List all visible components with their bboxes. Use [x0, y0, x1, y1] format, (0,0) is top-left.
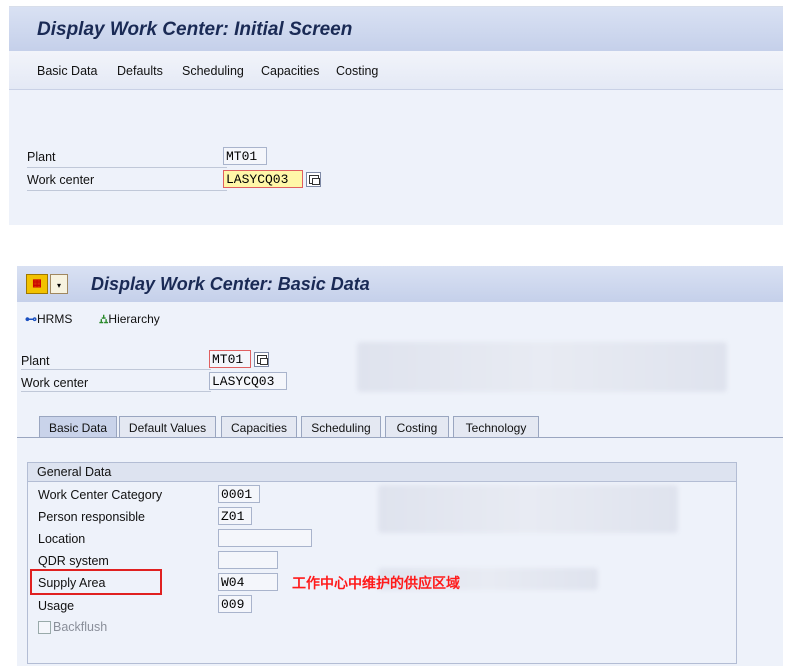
- work-center-field[interactable]: LASYCQ03: [209, 372, 287, 390]
- plant-label: Plant: [27, 150, 227, 168]
- hrms-button[interactable]: ⊷HRMS: [25, 312, 72, 326]
- work-center-field[interactable]: LASYCQ03: [223, 170, 303, 188]
- group-header: General Data: [28, 463, 736, 482]
- category-field[interactable]: 0001: [218, 485, 260, 503]
- hierarchy-icon: ⛼: [99, 312, 109, 326]
- tab-strip-divider: [17, 437, 783, 438]
- window-title: Display Work Center: Basic Data: [91, 274, 370, 294]
- general-data-group: General Data Work Center Category 0001 P…: [27, 462, 737, 664]
- hierarchy-button[interactable]: ⛼Hierarchy: [99, 312, 160, 328]
- location-label: Location: [38, 532, 86, 546]
- dropdown-icon[interactable]: ▾: [50, 274, 68, 294]
- search-help-icon[interactable]: [254, 352, 269, 367]
- menu-capacities[interactable]: Capacities: [261, 64, 319, 78]
- tab-basic-data[interactable]: Basic Data: [39, 416, 117, 438]
- tab-costing[interactable]: Costing: [385, 416, 449, 438]
- work-center-label: Work center: [21, 376, 211, 392]
- application-toolbar: ⊷HRMS ⛼Hierarchy: [17, 302, 783, 334]
- title-bar: ▦ ▾ Display Work Center: Basic Data: [17, 266, 783, 302]
- plant-field[interactable]: MT01: [223, 147, 267, 165]
- qdr-label: QDR system: [38, 554, 109, 568]
- qdr-field[interactable]: [218, 551, 278, 569]
- tab-technology[interactable]: Technology: [453, 416, 539, 438]
- supply-area-field[interactable]: W04: [218, 573, 278, 591]
- hierarchy-label: Hierarchy: [108, 312, 160, 326]
- person-label: Person responsible: [38, 510, 146, 524]
- initial-screen-window: Display Work Center: Initial Screen Basi…: [9, 6, 783, 225]
- location-field[interactable]: [218, 529, 312, 547]
- window-title: Display Work Center: Initial Screen: [37, 19, 353, 40]
- search-help-icon[interactable]: [306, 172, 321, 187]
- annotation-text: 工作中心中维护的供应区域: [292, 576, 460, 592]
- person-field[interactable]: Z01: [218, 507, 252, 525]
- menu-scheduling[interactable]: Scheduling: [182, 64, 244, 78]
- work-center-label: Work center: [27, 173, 227, 191]
- plant-field[interactable]: MT01: [209, 350, 251, 368]
- usage-field[interactable]: 009: [218, 595, 252, 613]
- redacted-person-info: [378, 485, 678, 533]
- menu-basic-data[interactable]: Basic Data: [37, 64, 97, 78]
- menu-bar: Basic Data Defaults Scheduling Capacitie…: [9, 51, 783, 90]
- basic-data-window: ▦ ▾ Display Work Center: Basic Data ⊷HRM…: [17, 266, 783, 666]
- category-label: Work Center Category: [38, 488, 163, 502]
- backflush-checkbox[interactable]: [38, 621, 51, 634]
- system-menu-icon[interactable]: ▦: [26, 274, 48, 294]
- title-bar: Display Work Center: Initial Screen: [9, 7, 783, 51]
- menu-defaults[interactable]: Defaults: [117, 64, 163, 78]
- link-icon: ⊷: [25, 312, 37, 326]
- tab-capacities[interactable]: Capacities: [221, 416, 297, 438]
- highlight-box: [30, 569, 162, 595]
- usage-label: Usage: [38, 599, 75, 613]
- tab-default-values[interactable]: Default Values: [119, 416, 216, 438]
- menu-costing[interactable]: Costing: [336, 64, 378, 78]
- tab-scheduling[interactable]: Scheduling: [301, 416, 381, 438]
- hrms-label: HRMS: [37, 312, 73, 326]
- redacted-description: [357, 342, 727, 392]
- backflush-label: Backflush: [53, 620, 108, 634]
- group-title: General Data: [37, 465, 112, 479]
- plant-label: Plant: [21, 354, 211, 370]
